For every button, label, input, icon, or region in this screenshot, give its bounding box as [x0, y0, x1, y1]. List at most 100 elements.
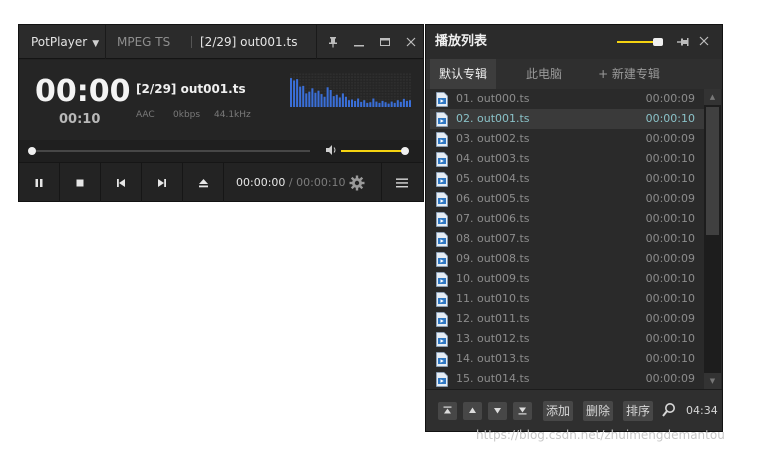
- playlist-scrollbar[interactable]: ▲ ▼: [704, 89, 721, 389]
- volume-slider[interactable]: [341, 150, 409, 152]
- control-bar: 00:00:00 / 00:00:10: [19, 162, 423, 202]
- delete-button[interactable]: 删除: [583, 401, 614, 421]
- move-up-icon[interactable]: [463, 402, 482, 420]
- pin-icon[interactable]: [321, 25, 345, 59]
- list-item-duration: 00:00:09: [645, 92, 695, 105]
- menu-button[interactable]: [381, 163, 422, 202]
- playlist-title: 播放列表: [435, 34, 488, 49]
- video-file-icon: [436, 132, 448, 147]
- list-item[interactable]: 08. out007.ts 00:00:10: [430, 229, 704, 249]
- spectrum-bar: [302, 85, 305, 107]
- spectrum-bar: [396, 100, 399, 107]
- skip-next-icon: [158, 178, 166, 187]
- video-file-icon: [436, 252, 448, 267]
- spectrum-bar: [317, 90, 320, 107]
- video-file-icon: [436, 112, 448, 127]
- gear-icon[interactable]: [349, 175, 365, 191]
- skip-previous-icon: [117, 178, 125, 187]
- spectrum-bar: [308, 91, 311, 107]
- chevron-down-icon: ▼: [92, 39, 100, 49]
- spectrum-bar: [305, 93, 308, 107]
- seek-handle[interactable]: [28, 147, 36, 155]
- list-item[interactable]: 15. out014.ts 00:00:09: [430, 369, 704, 389]
- app-name: PotPlayer: [31, 35, 88, 49]
- list-item[interactable]: 03. out002.ts 00:00:09: [430, 129, 704, 149]
- list-item-duration: 00:00:09: [645, 192, 695, 205]
- list-item[interactable]: 12. out011.ts 00:00:09: [430, 309, 704, 329]
- list-item[interactable]: 09. out008.ts 00:00:09: [430, 249, 704, 269]
- next-button[interactable]: [142, 163, 183, 202]
- hamburger-icon: [396, 178, 408, 187]
- playlist-total-time: 04:34: [686, 404, 718, 417]
- tab-this-pc[interactable]: 此电脑: [506, 59, 582, 89]
- move-to-bottom-icon[interactable]: [513, 402, 532, 420]
- spectrum-bar: [290, 78, 293, 107]
- list-item-duration: 00:00:10: [645, 232, 695, 245]
- spectrum-bar: [344, 96, 347, 107]
- list-item-name: 15. out014.ts: [456, 372, 530, 385]
- speaker-icon[interactable]: [324, 143, 338, 157]
- pin-icon[interactable]: [676, 35, 690, 49]
- previous-button[interactable]: [101, 163, 142, 202]
- spectrum-bar: [372, 98, 375, 107]
- close-icon[interactable]: [699, 25, 709, 59]
- move-down-icon[interactable]: [488, 402, 507, 420]
- eject-button[interactable]: [183, 163, 224, 202]
- spectrum-bar: [351, 99, 354, 107]
- scrollbar-thumb[interactable]: [706, 107, 719, 235]
- spectrum-bar: [360, 101, 363, 107]
- list-item[interactable]: 04. out003.ts 00:00:10: [430, 149, 704, 169]
- now-playing-title: [2/29] out001.ts: [136, 82, 246, 96]
- current-time: 00:00:00: [236, 176, 286, 189]
- spectrum-bar: [393, 102, 396, 107]
- video-file-icon: [436, 172, 448, 187]
- search-icon[interactable]: [662, 402, 676, 418]
- seek-bar[interactable]: [31, 150, 310, 152]
- list-item[interactable]: 11. out010.ts 00:00:10: [430, 289, 704, 309]
- time-separator: /: [288, 176, 293, 189]
- time-readout: 00:00:00 / 00:00:10: [236, 163, 346, 202]
- list-item[interactable]: 01. out000.ts 00:00:09: [430, 89, 704, 109]
- list-item[interactable]: 14. out013.ts 00:00:10: [430, 349, 704, 369]
- spectrum-bar: [378, 102, 381, 107]
- list-item-duration: 00:00:10: [645, 212, 695, 225]
- list-item[interactable]: 10. out009.ts 00:00:10: [430, 269, 704, 289]
- spectrum-bar: [405, 100, 408, 107]
- spectrum-bar: [381, 100, 384, 107]
- spectrum-bar: [326, 87, 329, 107]
- list-item[interactable]: 13. out012.ts 00:00:10: [430, 329, 704, 349]
- video-file-icon: [436, 232, 448, 247]
- volume-handle[interactable]: [401, 147, 409, 155]
- sort-button[interactable]: 排序: [623, 401, 654, 421]
- scroll-down-icon[interactable]: ▼: [704, 373, 721, 389]
- playlist-volume-handle[interactable]: [653, 38, 663, 46]
- spectrum-bar: [354, 100, 357, 107]
- spectrum-bar: [363, 100, 366, 107]
- video-file-icon: [436, 152, 448, 167]
- tab-new-album[interactable]: + 新建专辑: [586, 59, 672, 89]
- playlist-tabs: 默认专辑 此电脑 + 新建专辑: [426, 59, 722, 89]
- add-button[interactable]: 添加: [543, 401, 574, 421]
- pause-button[interactable]: [19, 163, 60, 202]
- spectrum-bar: [390, 101, 393, 107]
- move-to-top-icon[interactable]: [438, 402, 457, 420]
- maximize-icon[interactable]: [373, 25, 397, 59]
- spectrum-bar: [402, 98, 405, 107]
- spectrum-bar: [311, 88, 314, 107]
- format-label: MPEG TS: [105, 25, 193, 59]
- list-item-name: 05. out004.ts: [456, 172, 530, 185]
- list-item[interactable]: 06. out005.ts 00:00:09: [430, 189, 704, 209]
- video-file-icon: [436, 332, 448, 347]
- minimize-icon[interactable]: [347, 25, 371, 59]
- potplayer-menu-button[interactable]: PotPlayer ▼: [25, 29, 105, 55]
- list-item-name: 10. out009.ts: [456, 272, 530, 285]
- tab-default-album[interactable]: 默认专辑: [430, 59, 496, 89]
- scroll-up-icon[interactable]: ▲: [704, 89, 721, 105]
- info-panel: 00:00 00:10 [2/29] out001.ts AAC 0kbps 4…: [19, 60, 423, 157]
- list-item[interactable]: 05. out004.ts 00:00:10: [430, 169, 704, 189]
- list-item[interactable]: 07. out006.ts 00:00:10: [430, 209, 704, 229]
- video-file-icon: [436, 272, 448, 287]
- stop-button[interactable]: [60, 163, 101, 202]
- close-icon[interactable]: [399, 25, 423, 59]
- list-item[interactable]: 02. out001.ts 00:00:10: [430, 109, 704, 129]
